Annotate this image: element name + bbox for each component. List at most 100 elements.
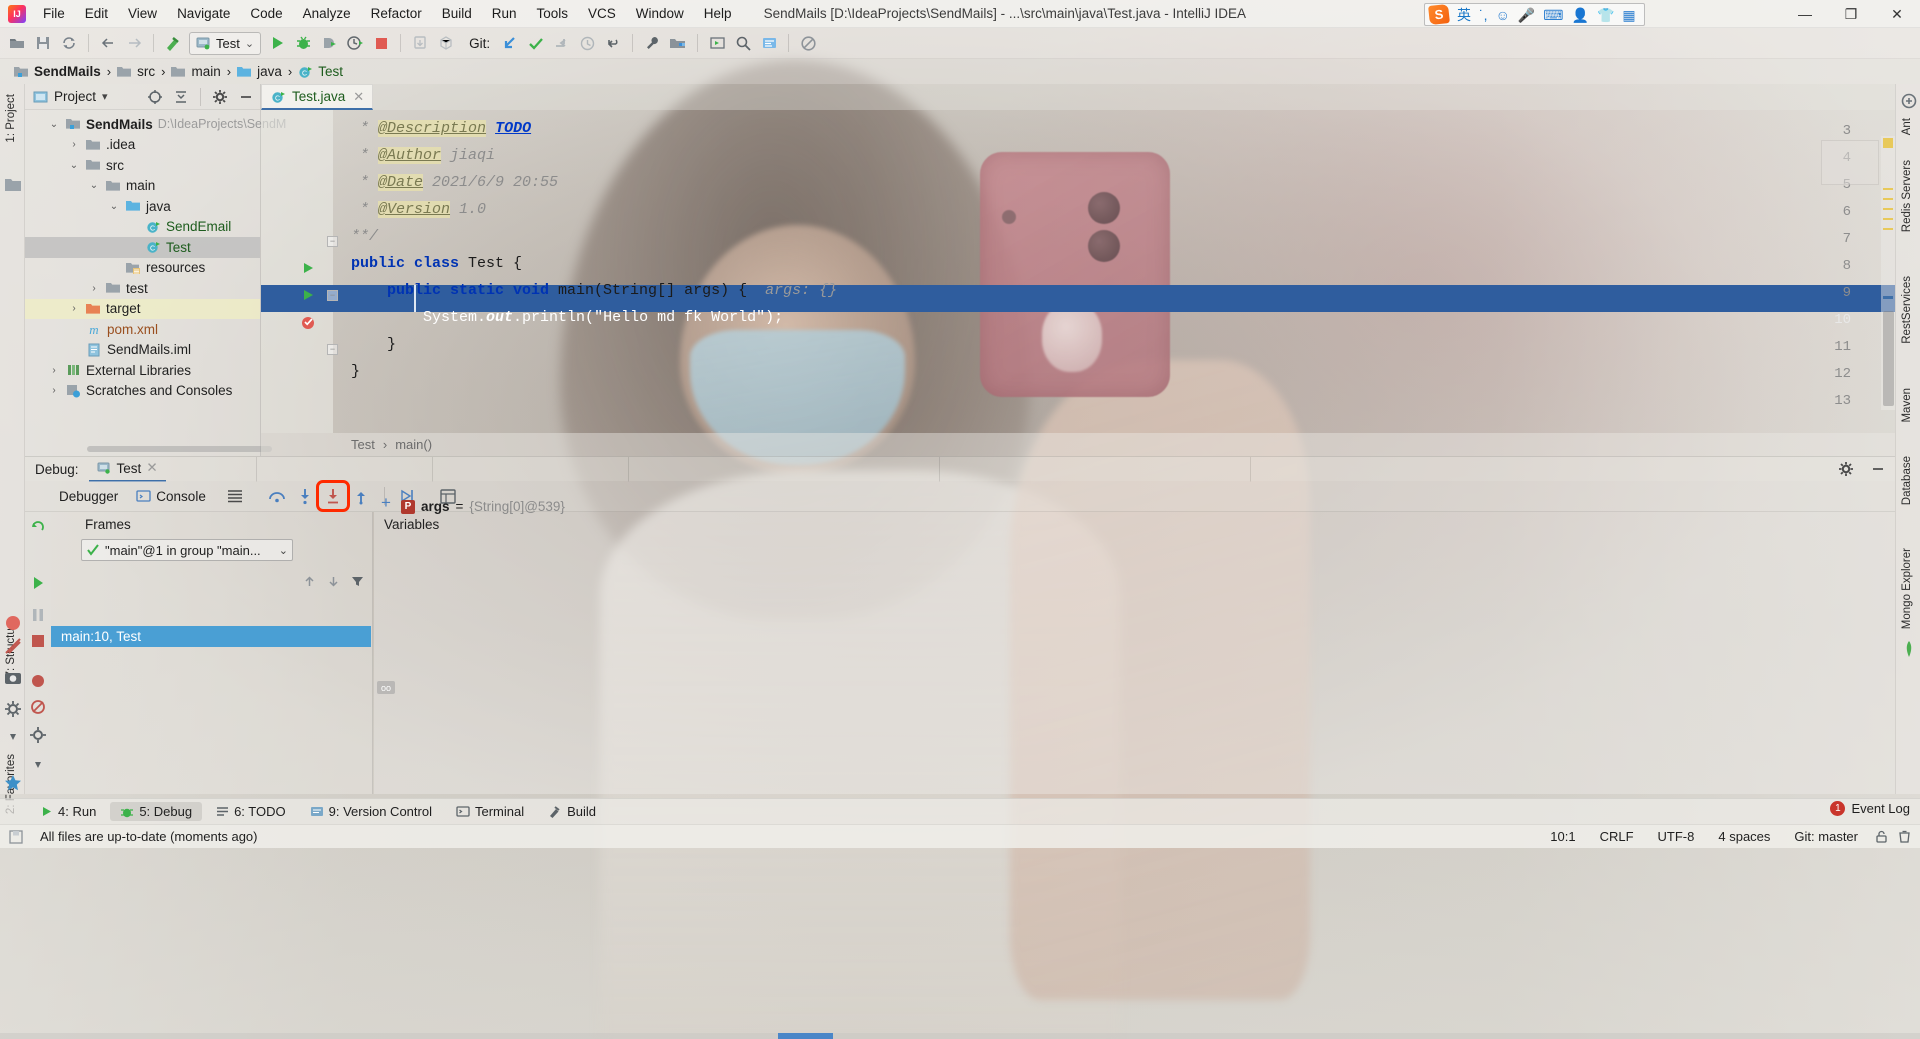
stripe-warning[interactable]	[1883, 188, 1893, 190]
project-horizontal-scrollbar[interactable]	[87, 446, 272, 452]
locate-icon[interactable]	[145, 87, 165, 107]
voice-input-icon[interactable]: 🎤	[1518, 8, 1535, 22]
punctuation-mode-icon[interactable]: ˙,	[1479, 8, 1488, 22]
open-folder-icon[interactable]	[4, 31, 30, 55]
save-all-icon[interactable]	[30, 31, 56, 55]
editor-gutter[interactable]	[261, 110, 333, 433]
toolbox-icon[interactable]: ▦	[1622, 8, 1635, 22]
back-arrow-icon[interactable]	[95, 31, 121, 55]
close-button[interactable]: ✕	[1874, 0, 1920, 28]
no-access-icon[interactable]	[795, 31, 821, 55]
breadcrumb-item-src[interactable]: src	[113, 63, 159, 80]
breakpoint-hit-icon[interactable]	[301, 315, 317, 331]
hide-icon[interactable]	[236, 87, 256, 107]
stripe-warning[interactable]	[1883, 208, 1893, 210]
stripe-warning[interactable]	[1883, 138, 1893, 148]
step-out-icon[interactable]	[348, 484, 374, 508]
twisty-icon[interactable]: ⌄	[67, 160, 81, 171]
menu-item-vcs[interactable]: VCS	[578, 3, 626, 24]
sidebar-item-maven[interactable]: Maven	[1895, 384, 1919, 427]
twisty-icon[interactable]: ›	[87, 283, 101, 294]
stripe-warning[interactable]	[1883, 198, 1893, 200]
watches-toggle-icon[interactable]: oo	[377, 681, 395, 694]
stripe-warning[interactable]	[1883, 218, 1893, 220]
settings-icon[interactable]	[4, 700, 22, 718]
breadcrumb-method[interactable]: main()	[395, 437, 432, 452]
twisty-icon[interactable]: ⌄	[107, 201, 121, 212]
tree-item-test-folder[interactable]: › test	[25, 278, 260, 299]
stripe-caret-position[interactable]	[1883, 296, 1893, 299]
run-anything-icon[interactable]	[704, 31, 730, 55]
tree-item-java[interactable]: ⌄ java	[25, 196, 260, 217]
menu-item-window[interactable]: Window	[626, 3, 694, 24]
code-editor[interactable]: 3 4 5 6 7 8 9 10 11 12 13 − − −	[261, 110, 1895, 433]
tree-item-sendmails[interactable]: ⌄ SendMails D:\IdeaProjects\SendM	[25, 114, 260, 135]
star-icon[interactable]	[4, 774, 22, 792]
tree-item-sendmails-iml[interactable]: SendMails.iml	[25, 340, 260, 361]
line-separator[interactable]: CRLF	[1592, 827, 1642, 846]
sync-refresh-icon[interactable]	[56, 31, 82, 55]
bottom-item-run[interactable]: 4: Run	[30, 802, 106, 821]
coverage-icon[interactable]	[4, 637, 22, 655]
push-icon[interactable]	[548, 31, 574, 55]
tree-item-sendemail[interactable]: C SendEmail	[25, 217, 260, 238]
profiler-icon[interactable]	[342, 31, 368, 55]
layout-icon[interactable]	[222, 484, 248, 508]
tree-item-target[interactable]: › target	[25, 299, 260, 320]
gear-icon[interactable]	[210, 87, 230, 107]
minimize-button[interactable]: —	[1782, 0, 1828, 28]
menu-item-tools[interactable]: Tools	[527, 3, 579, 24]
mute-breakpoints-icon[interactable]	[29, 698, 47, 716]
breadcrumb-item-sendmails[interactable]: SendMails	[10, 63, 105, 80]
menu-item-refactor[interactable]: Refactor	[361, 3, 432, 24]
step-into-icon[interactable]	[292, 484, 318, 508]
debug-session-tab[interactable]: Test ✕	[89, 457, 166, 482]
down-arrow-icon[interactable]	[322, 570, 344, 592]
run-icon[interactable]	[264, 31, 290, 55]
tree-item-src[interactable]: ⌄ src	[25, 155, 260, 176]
editor-minimap[interactable]	[1821, 140, 1879, 185]
bottom-item-build[interactable]: Build	[538, 802, 606, 821]
emoji-icon[interactable]: ☺	[1496, 8, 1510, 22]
indent-setting[interactable]: 4 spaces	[1710, 827, 1778, 846]
menu-item-analyze[interactable]: Analyze	[293, 3, 361, 24]
twisty-icon[interactable]: ›	[47, 365, 61, 376]
stripe-warning[interactable]	[1883, 228, 1893, 230]
close-icon[interactable]: ✕	[146, 460, 157, 476]
update-project-icon[interactable]	[407, 31, 433, 55]
run-with-coverage-icon[interactable]	[316, 31, 342, 55]
settings-wrench-icon[interactable]	[639, 31, 665, 55]
stop-icon[interactable]	[29, 632, 47, 650]
tree-item-external-libraries[interactable]: › External Libraries	[25, 360, 260, 381]
unlocked-icon[interactable]	[1874, 829, 1889, 844]
twisty-icon[interactable]: ⌄	[87, 180, 101, 191]
soft-keyboard-icon[interactable]: ⌨	[1543, 8, 1563, 22]
breadcrumb-class[interactable]: Test	[351, 437, 375, 452]
sogou-ime-toolbar[interactable]: S 英 ˙, ☺ 🎤 ⌨ 👤 👕 ▦	[1424, 3, 1645, 26]
tree-item-scratches-and-consoles[interactable]: › Scratches and Consoles	[25, 381, 260, 402]
settings-icon[interactable]	[29, 726, 47, 744]
settings-gear-icon[interactable]	[1835, 458, 1857, 480]
thread-selector[interactable]: "main"@1 in group "main... ⌄	[81, 539, 293, 561]
chinese-english-mode-icon[interactable]: 英	[1457, 8, 1471, 22]
chevron-down-icon[interactable]: ⌄	[245, 37, 254, 50]
tree-item-pom-xml[interactable]: m pom.xml	[25, 319, 260, 340]
menu-item-run[interactable]: Run	[482, 3, 527, 24]
bottom-item-todo[interactable]: 6: TODO	[206, 802, 296, 821]
resume-program-icon[interactable]	[29, 574, 47, 592]
build-hammer-icon[interactable]	[160, 31, 186, 55]
frame-list-item[interactable]: main:10, Test	[51, 626, 371, 647]
sidebar-item-mongo-explorer[interactable]: Mongo Explorer	[1895, 544, 1919, 633]
pin-icon[interactable]	[29, 752, 47, 770]
caret-position[interactable]: 10:1	[1542, 827, 1583, 846]
twisty-icon[interactable]: ›	[67, 303, 81, 314]
sidebar-item-redis-servers[interactable]: Redis Servers	[1895, 156, 1919, 236]
run-gutter-icon[interactable]	[301, 288, 317, 304]
trash-icon[interactable]	[1897, 829, 1912, 844]
sidebar-item-project[interactable]: 1: Project	[0, 90, 23, 147]
skin-icon[interactable]: 👕	[1597, 8, 1614, 22]
frames-horizontal-scrollbar[interactable]	[51, 787, 399, 794]
tree-item-test-class[interactable]: C Test	[25, 237, 260, 258]
menu-item-code[interactable]: Code	[240, 3, 292, 24]
sidebar-item-ant[interactable]: Ant	[1895, 114, 1919, 139]
